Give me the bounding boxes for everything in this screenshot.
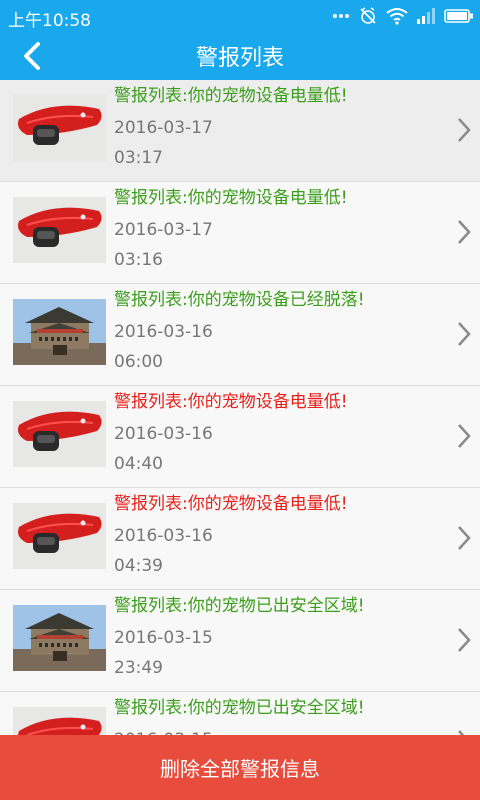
alarm-off-icon <box>360 7 376 24</box>
alert-date: 2016-03-16 <box>114 526 213 546</box>
chevron-right-icon <box>458 526 471 550</box>
alert-message: 警报列表:你的宠物已出安全区域! <box>114 596 365 616</box>
chevron-right-icon <box>458 424 471 448</box>
collar-thumbnail <box>13 95 106 161</box>
alert-message: 警报列表:你的宠物设备已经脱落! <box>114 290 365 310</box>
alert-date: 2016-03-16 <box>114 424 213 444</box>
collar-thumbnail <box>13 401 106 467</box>
alert-time: 04:39 <box>114 556 163 576</box>
alert-time: 03:16 <box>114 250 163 270</box>
alert-row[interactable]: 警报列表:你的宠物设备电量低! 2016-03-16 04:40 <box>0 386 480 488</box>
alert-date: 2016-03-17 <box>114 220 213 240</box>
battery-icon <box>444 9 473 23</box>
alert-row[interactable]: 警报列表:你的宠物已出安全区域! 2016-03-15 23:49 <box>0 590 480 692</box>
more-dots-icon <box>333 14 349 18</box>
chevron-right-icon <box>458 118 471 142</box>
alert-row[interactable]: 警报列表:你的宠物设备电量低! 2016-03-17 03:16 <box>0 182 480 284</box>
collar-thumbnail <box>13 503 106 569</box>
alert-message: 警报列表:你的宠物设备电量低! <box>114 392 348 412</box>
gate-tower-thumbnail <box>13 605 106 671</box>
chevron-right-icon <box>458 730 465 735</box>
collar-thumbnail <box>13 197 106 263</box>
alert-message: 警报列表:你的宠物设备电量低! <box>114 86 348 106</box>
signal-icon <box>417 8 435 24</box>
alert-row[interactable]: 警报列表:你的宠物设备电量低! 2016-03-17 03:17 <box>0 80 480 182</box>
alert-time: 06:00 <box>114 352 163 372</box>
alert-message: 警报列表:你的宠物设备电量低! <box>114 494 348 514</box>
app-header: 上午10:58 警报列表 <box>0 0 480 80</box>
chevron-right-icon <box>458 628 471 652</box>
alert-date: 2016-03-15 <box>114 628 213 648</box>
page-title: 警报列表 <box>195 46 284 71</box>
wifi-icon <box>386 8 408 25</box>
gate-tower-thumbnail <box>13 299 106 365</box>
alert-row[interactable]: 警报列表:你的宠物设备已经脱落! 2016-03-16 06:00 <box>0 284 480 386</box>
alert-message: 警报列表:你的宠物设备电量低! <box>114 188 348 208</box>
status-time: 上午10:58 <box>8 11 91 31</box>
delete-all-alerts-button[interactable]: 删除全部警报信息 <box>0 735 480 800</box>
status-icons <box>332 6 474 26</box>
chevron-right-icon <box>458 322 471 346</box>
alert-time: 23:49 <box>114 658 163 678</box>
alert-date: 2016-03-17 <box>114 118 213 138</box>
status-bar: 上午10:58 <box>0 0 480 32</box>
alert-list: 警报列表:你的宠物设备电量低! 2016-03-17 03:17 警报列表:你的… <box>0 80 480 735</box>
alert-time: 03:17 <box>114 148 163 168</box>
chevron-right-icon <box>458 220 471 244</box>
alert-message: 警报列表:你的宠物已出安全区域! <box>114 698 365 718</box>
alert-time: 04:40 <box>114 454 163 474</box>
title-bar: 警报列表 <box>0 32 480 80</box>
alert-row[interactable]: 警报列表:你的宠物已出安全区域! 2016-03-15 <box>0 692 480 735</box>
alert-date: 2016-03-16 <box>114 322 213 342</box>
alert-row[interactable]: 警报列表:你的宠物设备电量低! 2016-03-16 04:39 <box>0 488 480 590</box>
collar-thumbnail <box>13 707 106 735</box>
